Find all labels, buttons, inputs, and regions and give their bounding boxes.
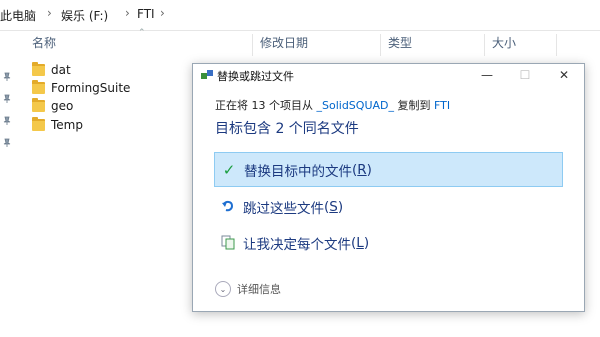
- option-accesskey: L: [356, 234, 364, 251]
- details-toggle[interactable]: ⌄ 详细信息: [215, 281, 281, 297]
- folder-icon: [32, 62, 45, 76]
- dialog-titlebar[interactable]: 替换或跳过文件 — ☐ ✕: [193, 64, 584, 86]
- column-divider[interactable]: [484, 34, 485, 56]
- copy-files-icon: [201, 70, 213, 79]
- details-label: 详细信息: [237, 283, 281, 296]
- address-bar[interactable]: 此电脑 › 娱乐 (F:) › FTI ›: [0, 0, 600, 31]
- column-header-name[interactable]: 名称: [32, 34, 56, 56]
- list-item[interactable]: Temp: [32, 116, 83, 134]
- option-accesskey: R: [357, 161, 367, 178]
- minimize-button[interactable]: —: [468, 64, 506, 86]
- pin-icon[interactable]: [2, 116, 12, 126]
- folder-icon: [32, 117, 45, 131]
- sort-up-icon: ⌃: [138, 28, 146, 38]
- list-item[interactable]: geo: [32, 97, 73, 115]
- column-divider[interactable]: [252, 34, 253, 56]
- option-label: 替换目标中的文件: [244, 163, 352, 180]
- list-item[interactable]: dat: [32, 61, 71, 79]
- decide-files-icon: [220, 235, 236, 251]
- skip-arrow-icon: [220, 199, 236, 215]
- pin-icon[interactable]: [2, 94, 12, 104]
- copy-status-text: 正在将 13 个项目从 _SolidSQUAD_ 复制到 FTI: [215, 97, 450, 113]
- pin-icon[interactable]: [2, 72, 12, 82]
- breadcrumb-folder[interactable]: FTI: [137, 7, 155, 21]
- checkmark-icon: ✓: [222, 160, 236, 179]
- from-mid: 复制到: [397, 99, 431, 112]
- breadcrumb-this-pc[interactable]: 此电脑: [0, 7, 36, 24]
- column-divider[interactable]: [380, 34, 381, 56]
- list-item[interactable]: FormingSuite: [32, 79, 130, 97]
- replace-or-skip-dialog: 替换或跳过文件 — ☐ ✕ 正在将 13 个项目从 _SolidSQUAD_ 复…: [192, 63, 585, 312]
- option-accesskey: S: [329, 198, 338, 215]
- folder-icon: [32, 98, 45, 112]
- breadcrumb-separator-icon: ›: [125, 6, 130, 20]
- chevron-down-icon: ⌄: [215, 281, 231, 297]
- decide-each-file-option[interactable]: 让我决定每个文件(L): [214, 226, 561, 259]
- column-header-type[interactable]: 类型: [388, 34, 412, 56]
- destination-folder-link[interactable]: FTI: [434, 99, 450, 112]
- breadcrumb-separator-icon: ›: [160, 6, 165, 20]
- breadcrumb-drive[interactable]: 娱乐 (F:): [61, 7, 108, 24]
- column-divider[interactable]: [556, 34, 557, 56]
- file-name: geo: [51, 99, 74, 113]
- file-name: Temp: [51, 118, 83, 132]
- close-button[interactable]: ✕: [545, 64, 583, 86]
- column-header-size[interactable]: 大小: [492, 34, 516, 56]
- skip-files-option[interactable]: 跳过这些文件(S): [214, 190, 561, 223]
- file-name: dat: [51, 63, 71, 77]
- dialog-title: 替换或跳过文件: [217, 70, 294, 83]
- breadcrumb-separator-icon: ›: [47, 6, 52, 20]
- folder-icon: [32, 80, 45, 94]
- maximize-button[interactable]: ☐: [506, 64, 544, 86]
- option-label: 跳过这些文件: [243, 200, 324, 217]
- dialog-heading: 目标包含 2 个同名文件: [215, 121, 359, 137]
- option-label: 让我决定每个文件: [243, 236, 351, 253]
- from-prefix: 正在将 13 个项目从: [215, 99, 313, 112]
- column-header-modified[interactable]: 修改日期: [260, 34, 308, 56]
- pin-icon[interactable]: [2, 138, 12, 148]
- file-name: FormingSuite: [51, 81, 131, 95]
- replace-files-option[interactable]: ✓ 替换目标中的文件(R): [214, 152, 563, 187]
- source-folder-link[interactable]: _SolidSQUAD_: [317, 99, 395, 112]
